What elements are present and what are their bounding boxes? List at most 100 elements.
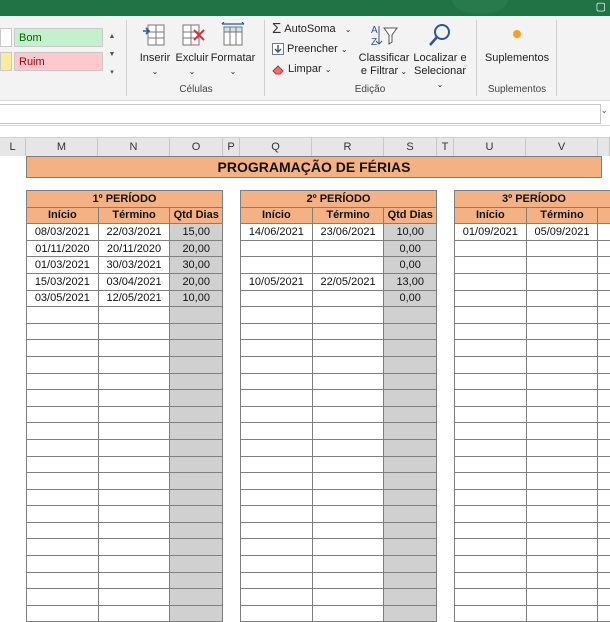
termino-cell[interactable] (312, 257, 384, 274)
termino-cell[interactable] (98, 605, 170, 622)
qtd-dias-cell[interactable] (384, 423, 437, 440)
termino-cell[interactable] (312, 240, 384, 257)
termino-cell[interactable] (312, 589, 384, 606)
termino-cell[interactable] (526, 456, 598, 473)
termino-cell[interactable] (98, 390, 170, 407)
termino-cell[interactable] (526, 473, 598, 490)
termino-cell[interactable] (526, 323, 598, 340)
qtd-dias-cell[interactable]: 15,00 (170, 224, 223, 241)
more-icon[interactable]: ▾ (106, 64, 118, 82)
qtd-dias-cell[interactable] (384, 572, 437, 589)
termino-cell[interactable] (312, 406, 384, 423)
column-label[interactable]: Qtd Dias (170, 207, 223, 224)
sheet-title[interactable]: PROGRAMAÇÃO DE FÉRIAS (26, 156, 602, 178)
style-swatch-normal[interactable] (0, 28, 12, 47)
cell[interactable] (598, 456, 610, 473)
termino-cell[interactable] (312, 423, 384, 440)
style-swatch-neutral[interactable] (0, 52, 12, 71)
inicio-cell[interactable] (241, 522, 313, 539)
inicio-cell[interactable] (455, 439, 527, 456)
qtd-dias-cell[interactable] (384, 605, 437, 622)
inicio-cell[interactable] (27, 439, 99, 456)
termino-cell[interactable] (98, 506, 170, 523)
cell[interactable] (598, 273, 610, 290)
inicio-cell[interactable]: 15/03/2021 (27, 273, 99, 290)
cell[interactable] (598, 373, 610, 390)
inicio-cell[interactable] (455, 307, 527, 324)
qtd-dias-cell[interactable]: 20,00 (170, 240, 223, 257)
column-header-L[interactable]: L (0, 138, 26, 156)
termino-cell[interactable] (312, 473, 384, 490)
termino-cell[interactable] (98, 406, 170, 423)
inicio-cell[interactable] (455, 390, 527, 407)
termino-cell[interactable] (312, 539, 384, 556)
inicio-cell[interactable] (241, 240, 313, 257)
termino-cell[interactable]: 30/03/2021 (98, 257, 170, 274)
column-label[interactable]: Término (526, 207, 598, 224)
inicio-cell[interactable] (455, 572, 527, 589)
inicio-cell[interactable] (241, 406, 313, 423)
column-label[interactable]: Término (98, 207, 170, 224)
termino-cell[interactable]: 22/03/2021 (98, 224, 170, 241)
termino-cell[interactable] (98, 522, 170, 539)
qtd-dias-cell[interactable] (170, 473, 223, 490)
qtd-dias-cell[interactable] (170, 572, 223, 589)
cell[interactable] (598, 406, 610, 423)
style-bom[interactable]: Bom (14, 28, 103, 47)
termino-cell[interactable] (526, 522, 598, 539)
inicio-cell[interactable]: 01/03/2021 (27, 257, 99, 274)
termino-cell[interactable] (312, 323, 384, 340)
inicio-cell[interactable] (241, 539, 313, 556)
inicio-cell[interactable] (455, 406, 527, 423)
qtd-dias-cell[interactable] (170, 456, 223, 473)
addins-button[interactable]: Suplementos (484, 22, 550, 65)
termino-cell[interactable] (526, 489, 598, 506)
termino-cell[interactable] (526, 390, 598, 407)
termino-cell[interactable] (98, 323, 170, 340)
termino-cell[interactable] (526, 506, 598, 523)
termino-cell[interactable] (526, 539, 598, 556)
inicio-cell[interactable] (241, 373, 313, 390)
qtd-dias-cell[interactable] (384, 406, 437, 423)
termino-cell[interactable] (526, 439, 598, 456)
qtd-dias-cell[interactable] (384, 373, 437, 390)
cell[interactable] (598, 572, 610, 589)
clear-button[interactable]: Limpar ⌄ (272, 60, 331, 78)
inicio-cell[interactable] (27, 390, 99, 407)
qtd-dias-cell[interactable] (170, 373, 223, 390)
qtd-dias-cell[interactable] (384, 390, 437, 407)
termino-cell[interactable] (526, 605, 598, 622)
inicio-cell[interactable] (241, 506, 313, 523)
qtd-dias-cell[interactable] (170, 356, 223, 373)
qtd-dias-cell[interactable] (170, 522, 223, 539)
inicio-cell[interactable] (455, 240, 527, 257)
termino-cell[interactable] (526, 406, 598, 423)
format-button[interactable]: Formatar ⌄ (210, 22, 256, 78)
inicio-cell[interactable]: 08/03/2021 (27, 224, 99, 241)
termino-cell[interactable] (98, 556, 170, 573)
styles-scroll[interactable]: ▲ ▼ ▾ (106, 28, 118, 82)
inicio-cell[interactable] (241, 356, 313, 373)
qtd-dias-cell[interactable]: 10,00 (384, 224, 437, 241)
inicio-cell[interactable] (241, 290, 313, 307)
column-header-T[interactable]: T (437, 138, 454, 156)
cell[interactable] (598, 539, 610, 556)
termino-cell[interactable] (312, 356, 384, 373)
termino-cell[interactable] (312, 489, 384, 506)
scroll-up-icon[interactable]: ▲ (106, 28, 118, 46)
qtd-dias-cell[interactable] (170, 589, 223, 606)
column-header-Q[interactable]: Q (240, 138, 312, 156)
inicio-cell[interactable] (27, 406, 99, 423)
inicio-cell[interactable] (27, 522, 99, 539)
qtd-dias-cell[interactable] (384, 439, 437, 456)
qtd-dias-cell[interactable] (384, 489, 437, 506)
termino-cell[interactable] (312, 340, 384, 357)
qtd-dias-cell[interactable] (170, 439, 223, 456)
qtd-dias-cell[interactable] (384, 522, 437, 539)
cell[interactable] (598, 224, 610, 241)
column-label[interactable]: Início (241, 207, 313, 224)
column-header-U[interactable]: U (454, 138, 526, 156)
termino-cell[interactable] (526, 290, 598, 307)
inicio-cell[interactable] (27, 489, 99, 506)
qtd-dias-cell[interactable] (384, 556, 437, 573)
